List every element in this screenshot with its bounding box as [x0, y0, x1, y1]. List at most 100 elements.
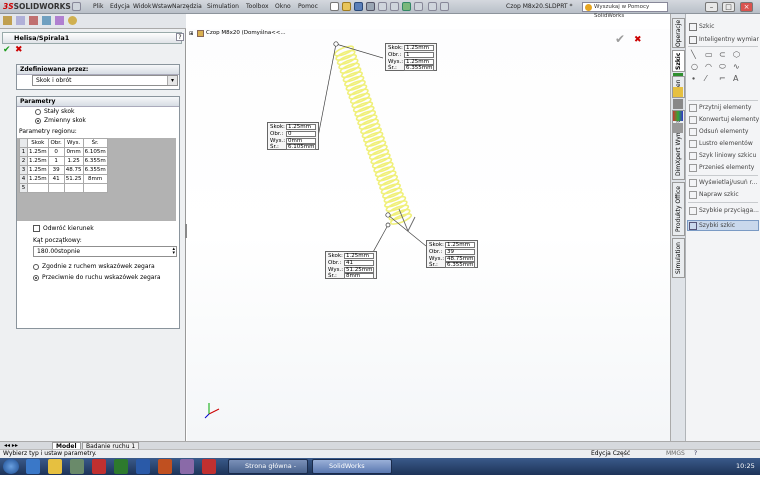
- tab-operacje[interactable]: Operacje: [672, 18, 685, 48]
- table-cell[interactable]: 8mm: [82, 174, 108, 184]
- callout-value[interactable]: 41: [344, 260, 374, 266]
- cmd-rapid-sketch[interactable]: Szybki szkic: [699, 222, 735, 229]
- constant-pitch-radio[interactable]: [35, 109, 41, 115]
- configuration-manager-tab-icon[interactable]: [29, 16, 38, 25]
- table-row[interactable]: 5: [19, 183, 108, 193]
- table-cell[interactable]: 0: [47, 147, 65, 157]
- polygon-tool-icon[interactable]: ⬡: [733, 50, 740, 59]
- print-icon[interactable]: [366, 2, 375, 11]
- help-icon[interactable]: ?: [176, 33, 184, 41]
- cmd-display-relations[interactable]: Wyświetlaj/usuń r...: [699, 179, 757, 186]
- taskbar-app3-icon[interactable]: [202, 459, 216, 474]
- table-cell[interactable]: 1.25m: [27, 174, 49, 184]
- menu-okno[interactable]: Okno: [275, 3, 291, 10]
- table-row[interactable]: 1 1.25m 0 0mm 6.105m: [19, 147, 108, 157]
- cmd-szkic[interactable]: Szkic: [699, 23, 714, 30]
- graphics-viewport[interactable]: ⊞ Czop M8x20 (Domyślna<<... ✔ ✖ Skok: 1.2…: [187, 29, 670, 441]
- tab-office-products[interactable]: Produkty Office: [672, 182, 685, 236]
- cmd-move[interactable]: Przenieś elementy: [699, 164, 754, 171]
- cmd-trim[interactable]: Przytnij elementy: [699, 104, 751, 111]
- callout-box-3[interactable]: Skok: 1.25mm Obr.: 39 Wys.: 48.75mm Śr.: 6.3…: [426, 240, 478, 268]
- help-search-input[interactable]: Wyszukaj w Pomocy SolidWorks: [582, 2, 668, 19]
- new-document-icon[interactable]: [330, 2, 339, 11]
- toolbar-extra-icon[interactable]: [440, 2, 449, 11]
- region-parameters-table[interactable]: Skok Obr. Wys. Śr. 1 1.25m 0 0mm 6.105m …: [19, 138, 108, 193]
- options-icon[interactable]: [414, 2, 423, 11]
- counterclockwise-radio[interactable]: [33, 275, 39, 281]
- feature-manager-tab-icon[interactable]: [3, 16, 12, 25]
- dimxpert-manager-tab-icon[interactable]: [42, 16, 51, 25]
- table-cell[interactable]: 1.25m: [27, 156, 49, 166]
- custom-properties-icon[interactable]: [673, 123, 683, 133]
- table-cell[interactable]: 41: [47, 174, 65, 184]
- callout-value[interactable]: 1: [404, 52, 434, 58]
- ellipse-tool-icon[interactable]: ⬭: [719, 62, 726, 72]
- close-button[interactable]: ×: [740, 2, 753, 12]
- table-cell[interactable]: 1.25m: [27, 147, 49, 157]
- table-cell[interactable]: 1: [47, 156, 65, 166]
- table-cell[interactable]: [82, 183, 108, 193]
- appearances-icon[interactable]: [673, 111, 683, 121]
- table-row[interactable]: 2 1.25m 1 1.25 6.355m: [19, 156, 108, 166]
- helix-drawing[interactable]: [187, 29, 670, 441]
- callout-value[interactable]: 1.25mm: [404, 45, 434, 51]
- callout-value[interactable]: 39: [445, 249, 475, 255]
- taskbar-item-solidworks[interactable]: SolidWorks Premium...: [312, 459, 392, 483]
- cmd-linear-pattern[interactable]: Szyk liniowy szkicu: [699, 152, 756, 159]
- helix-end-point[interactable]: [385, 212, 391, 218]
- toolbar-flyout-arrow-icon[interactable]: [72, 2, 81, 11]
- units-indicator[interactable]: MMGS: [666, 450, 685, 458]
- property-manager-tab-icon[interactable]: [16, 16, 25, 25]
- solidworks-logo[interactable]: 3SSOLIDWORKS: [3, 2, 71, 11]
- cmd-mirror[interactable]: Lustro elementów: [699, 140, 753, 147]
- table-row[interactable]: 4 1.25m 41 51.25 8mm: [19, 174, 108, 184]
- rebuild-icon[interactable]: [402, 2, 411, 11]
- menu-simulation[interactable]: Simulation: [207, 3, 239, 10]
- variable-pitch-radio[interactable]: [35, 118, 41, 124]
- menu-plik[interactable]: Plik: [93, 3, 103, 10]
- tab-simulation[interactable]: Simulation: [672, 238, 685, 278]
- table-cell[interactable]: [63, 183, 84, 193]
- check-icon[interactable]: ✔: [3, 46, 11, 55]
- minimize-button[interactable]: –: [705, 2, 718, 12]
- clockwise-radio[interactable]: [33, 264, 39, 270]
- menu-narzedzia[interactable]: Narzędzia: [172, 3, 202, 10]
- taskbar-ie-icon[interactable]: [26, 459, 40, 474]
- clock[interactable]: 10:25: [736, 462, 755, 470]
- callout-box-1[interactable]: Skok: 1.25mm Obr.: 1 Wys.: 1.25mm Śr.: 6.355…: [385, 43, 437, 71]
- text-tool-icon[interactable]: A: [733, 74, 738, 83]
- taskbar-explorer-icon[interactable]: [48, 459, 62, 474]
- line-tool-icon[interactable]: ╲: [691, 50, 696, 59]
- start-button-icon[interactable]: [3, 459, 19, 474]
- helix-coils[interactable]: [333, 44, 413, 226]
- select-icon[interactable]: [390, 2, 399, 11]
- cmd-repair-sketch[interactable]: Napraw szkic: [699, 191, 739, 198]
- start-angle-input[interactable]: 180.00stopnie ▴ ▾: [33, 246, 177, 257]
- table-row[interactable]: 3 1.25m 39 48.75 6.355m: [19, 165, 108, 175]
- helix-start-point[interactable]: [333, 41, 339, 47]
- callout-value[interactable]: 6.355mm: [404, 65, 434, 71]
- display-manager-tab-icon[interactable]: [55, 16, 64, 25]
- fillet-tool-icon[interactable]: ⌐: [719, 74, 726, 83]
- spinner-arrows-icon[interactable]: ▴ ▾: [172, 247, 175, 256]
- table-cell[interactable]: 48.75: [63, 165, 84, 175]
- taskbar-player-icon[interactable]: [70, 459, 84, 474]
- centerline-tool-icon[interactable]: ⁄: [705, 74, 706, 83]
- callout-value[interactable]: 1.25mm: [445, 242, 475, 248]
- menu-edycja[interactable]: Edycja: [110, 3, 130, 10]
- tab-scroll-arrows-icon[interactable]: ◂◂ ▸▸: [4, 442, 18, 449]
- defined-by-select[interactable]: Skok i obrót ▾: [32, 75, 178, 86]
- tab-szkic[interactable]: Szkic: [672, 50, 685, 72]
- taskbar-item-browser[interactable]: Strona główna - PSW...: [228, 459, 308, 483]
- table-cell[interactable]: [47, 183, 65, 193]
- taskbar-excel-icon[interactable]: [114, 459, 128, 474]
- resources-icon[interactable]: [673, 99, 683, 109]
- callout-box-2[interactable]: Skok: 1.25mm Obr.: 0 Wys.: 0mm Śr.: 6.105mm: [267, 122, 319, 150]
- menu-widok[interactable]: Widok: [133, 3, 151, 10]
- table-cell[interactable]: 0mm: [63, 147, 84, 157]
- file-properties-icon[interactable]: [428, 2, 437, 11]
- rectangle-tool-icon[interactable]: ▭: [705, 50, 713, 59]
- taskbar-app2-icon[interactable]: [180, 459, 194, 474]
- table-cell[interactable]: 51.25: [63, 174, 84, 184]
- callout-box-4[interactable]: Skok: 1.25mm Obr.: 41 Wys.: 51.25mm Śr.: 8mm: [325, 251, 377, 279]
